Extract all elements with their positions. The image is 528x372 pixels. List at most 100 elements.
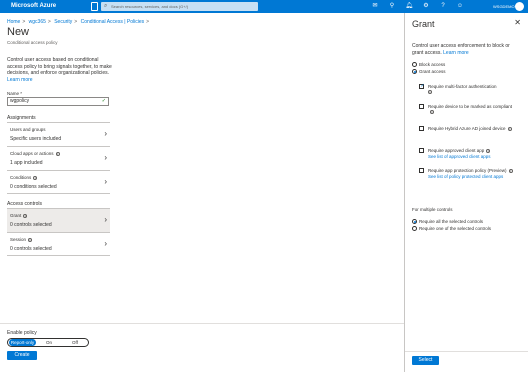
grant-panel: Grant ✕ Control user access enforcement … xyxy=(404,13,528,372)
control-hybrid-joined[interactable]: Require Hybrid Azure AD joined device i xyxy=(419,126,519,138)
grant-learn-more-link[interactable]: Learn more xyxy=(443,50,469,56)
chevron-right-icon: › xyxy=(104,153,107,162)
page-title: New xyxy=(7,26,30,38)
tile-value: 1 app included xyxy=(10,160,43,166)
require-all-radio[interactable]: Require all the selected controls xyxy=(412,219,483,225)
help-icon[interactable]: ? xyxy=(439,2,447,11)
info-icon: i xyxy=(23,213,28,218)
info-icon: i xyxy=(486,148,491,153)
chevron-right-icon: › xyxy=(104,239,107,248)
feedback-icon[interactable]: ☺ xyxy=(456,2,464,11)
radio-icon xyxy=(412,62,417,68)
breadcrumb-tenant[interactable]: wgc365 xyxy=(29,19,46,25)
control-label: Require device to be marked as compliant xyxy=(428,104,513,109)
require-all-label: Require all the selected controls xyxy=(419,219,484,224)
tile-title: Cloud apps or actions xyxy=(10,151,54,156)
global-search-input[interactable]: ⌕ Search resources, services, and docs (… xyxy=(101,2,258,11)
tile-title: Users and groups xyxy=(10,127,46,132)
info-icon: i xyxy=(430,110,434,115)
info-icon: i xyxy=(33,175,38,180)
breadcrumb: Home > wgc365 > Security > Conditional Acce… xyxy=(7,19,150,25)
page-description: Control user access based on conditional… xyxy=(7,57,112,83)
info-icon: i xyxy=(507,126,512,131)
search-placeholder: Search resources, services, and docs (G+… xyxy=(111,4,189,9)
brand-link[interactable]: Microsoft Azure xyxy=(4,1,88,12)
breadcrumb-security[interactable]: Security xyxy=(54,19,72,25)
avatar[interactable] xyxy=(515,2,524,11)
block-access-label: Block access xyxy=(419,62,446,67)
close-icon[interactable]: ✕ xyxy=(514,18,521,27)
tile-users-and-groups[interactable]: Users and groups Specific users included… xyxy=(7,122,110,146)
grant-access-label: Grant access xyxy=(419,69,446,74)
control-mfa[interactable]: Require multi-factor authenticationi xyxy=(419,84,519,96)
chevron-right-icon: › xyxy=(104,215,107,224)
description-text: Control user access based on conditional… xyxy=(7,57,112,76)
toggle-off[interactable]: Off xyxy=(62,339,88,346)
access-controls-heading: Access controls xyxy=(7,201,43,207)
tile-title: Session xyxy=(10,237,27,242)
grant-access-radio[interactable]: Grant access xyxy=(412,69,446,75)
name-input[interactable]: wgpolicy ✓ xyxy=(7,97,109,106)
approved-apps-link[interactable]: See list of approved client apps xyxy=(428,154,491,159)
radio-icon xyxy=(412,226,417,232)
top-bar: Microsoft Azure ⌕ Search resources, serv… xyxy=(0,0,528,13)
breadcrumb-home[interactable]: Home xyxy=(7,19,20,25)
tile-value: 0 controls selected xyxy=(10,246,52,252)
protected-apps-link[interactable]: See list of policy protected client apps xyxy=(428,174,503,179)
filter-icon[interactable]: ⚲ xyxy=(388,2,396,11)
user-name[interactable]: WSGDEMO xyxy=(493,2,515,11)
grant-title: Grant xyxy=(412,19,435,29)
cloud-shell-icon[interactable] xyxy=(91,2,98,11)
enable-policy-label: Enable policy xyxy=(7,330,37,336)
info-icon: i xyxy=(428,90,432,95)
control-label: Require Hybrid Azure AD joined device xyxy=(428,126,506,131)
bell-icon[interactable]: 🔔︎ xyxy=(405,2,413,11)
radio-selected-icon xyxy=(412,69,417,75)
search-icon: ⌕ xyxy=(104,3,108,9)
chevron-right-icon: › xyxy=(104,177,107,186)
mail-icon[interactable]: ✉ xyxy=(371,2,379,11)
control-label: Require app protection policy (Preview) xyxy=(428,168,507,173)
toggle-on[interactable]: On xyxy=(36,339,62,346)
grant-description: Control user access enforcement to block… xyxy=(412,43,520,56)
check-icon: ✓ xyxy=(101,98,106,104)
require-one-label: Require one of the selected controls xyxy=(419,226,492,231)
checkbox[interactable] xyxy=(419,126,424,131)
control-app-protection[interactable]: Require app protection policy (Preview) i… xyxy=(419,168,519,186)
tile-title: Conditions xyxy=(10,175,32,180)
create-button[interactable]: Create xyxy=(7,351,37,360)
radio-selected-icon xyxy=(412,219,417,225)
learn-more-link[interactable]: Learn more xyxy=(7,77,33,83)
select-button[interactable]: Select xyxy=(412,356,439,365)
require-one-radio[interactable]: Require one of the selected controls xyxy=(412,226,491,232)
checkbox[interactable] xyxy=(419,104,424,109)
block-access-radio[interactable]: Block access xyxy=(412,62,445,68)
grant-footer-divider xyxy=(405,351,528,352)
control-label: Require multi-factor authentication xyxy=(428,84,497,89)
enable-policy-toggle: Report-only On Off xyxy=(7,338,89,347)
tile-title: Grant xyxy=(10,213,22,218)
name-value: wgpolicy xyxy=(10,98,30,104)
checkbox[interactable] xyxy=(419,168,424,173)
tile-cloud-apps[interactable]: Cloud apps or actions i 1 app included › xyxy=(7,146,110,170)
page-subtitle: Conditional access policy xyxy=(7,40,58,45)
tile-conditions[interactable]: Conditions i 0 conditions selected › xyxy=(7,170,110,194)
control-approved-app[interactable]: Require approved client app i See list of … xyxy=(419,148,519,160)
control-label: Require approved client app xyxy=(428,148,485,153)
checkbox-checked[interactable] xyxy=(419,84,425,90)
gear-icon[interactable]: ⚙ xyxy=(422,2,430,11)
info-icon: i xyxy=(55,151,60,156)
tile-value: Specific users included xyxy=(10,136,62,142)
tile-session[interactable]: Session i 0 controls selected › xyxy=(7,232,110,256)
assignments-heading: Assignments xyxy=(7,115,36,121)
breadcrumb-policies[interactable]: Conditional Access | Policies xyxy=(81,19,145,25)
tile-grant[interactable]: Grant i 0 controls selected › xyxy=(7,208,110,232)
info-icon: i xyxy=(508,168,513,173)
footer-divider xyxy=(0,323,404,324)
checkbox[interactable] xyxy=(419,148,424,153)
tile-value: 0 conditions selected xyxy=(10,184,57,190)
info-icon: i xyxy=(28,237,33,242)
toggle-report-only[interactable]: Report-only xyxy=(9,339,36,346)
control-compliant-device[interactable]: Require device to be marked as compliant… xyxy=(419,104,519,116)
name-label: Name * xyxy=(7,91,23,96)
